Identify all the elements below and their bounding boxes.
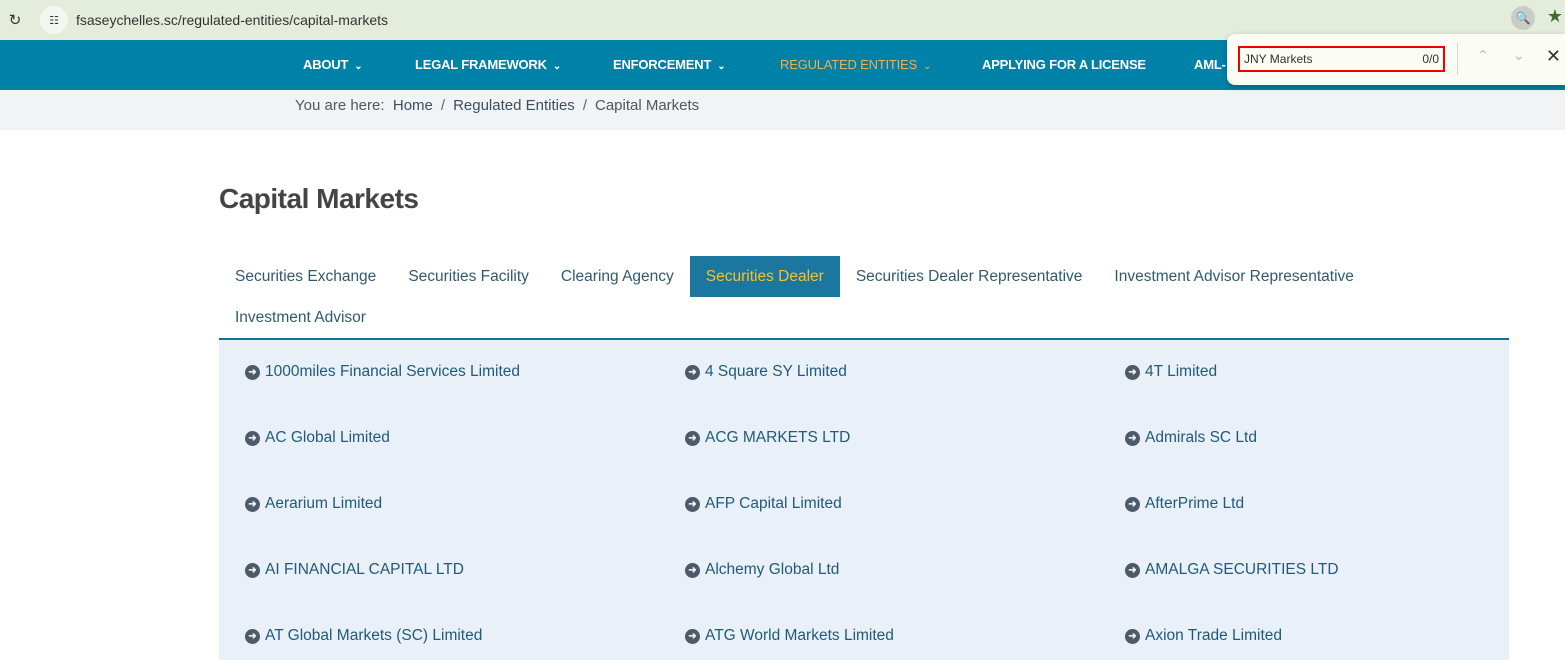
nav-applying-license[interactable]: APPLYING FOR A LICENSE xyxy=(982,40,1146,90)
entity-name[interactable]: Axion Trade Limited xyxy=(1145,627,1282,645)
lens-search-icon[interactable]: 🔍 xyxy=(1511,6,1535,30)
tab-securities-dealer-representative[interactable]: Securities Dealer Representative xyxy=(840,256,1099,297)
entity-link[interactable]: ➜ ATG World Markets Limited xyxy=(685,624,1125,648)
entity-name[interactable]: 4 Square SY Limited xyxy=(705,363,847,381)
nav-label: LEGAL FRAMEWORK xyxy=(415,57,547,72)
entity-name[interactable]: AI FINANCIAL CAPITAL LTD xyxy=(265,561,464,579)
entity-name[interactable]: AC Global Limited xyxy=(265,429,390,447)
nav-label: ABOUT xyxy=(303,57,349,72)
nav-about[interactable]: ABOUT ⌄ xyxy=(303,40,363,90)
find-next-icon[interactable]: ⌄ xyxy=(1513,48,1525,64)
url-text[interactable]: fsaseychelles.sc/regulated-entities/capi… xyxy=(76,12,388,28)
nav-label: REGULATED ENTITIES xyxy=(780,57,918,72)
divider xyxy=(1457,43,1458,75)
entity-name[interactable]: Admirals SC Ltd xyxy=(1145,429,1257,447)
tab-investment-advisor-representative[interactable]: Investment Advisor Representative xyxy=(1098,256,1370,297)
entity-link[interactable]: ➜ 4 Square SY Limited xyxy=(685,360,1125,384)
breadcrumb-separator: / xyxy=(582,97,587,114)
chevron-down-icon: ⌄ xyxy=(923,61,932,72)
close-icon[interactable]: ✕ xyxy=(1546,46,1561,67)
breadcrumb-separator: / xyxy=(440,97,446,114)
entity-name[interactable]: Aerarium Limited xyxy=(265,495,382,513)
arrow-circle-right-icon: ➜ xyxy=(685,562,700,578)
entity-link[interactable]: ➜ Alchemy Global Ltd xyxy=(685,558,1125,582)
arrow-circle-right-icon: ➜ xyxy=(245,364,260,380)
breadcrumb-prefix: You are here: xyxy=(295,97,385,114)
tab-securities-dealer[interactable]: Securities Dealer xyxy=(689,256,840,297)
arrow-circle-right-icon: ➜ xyxy=(1125,562,1140,578)
entity-link[interactable]: ➜ 1000miles Financial Services Limited xyxy=(245,360,685,384)
bookmark-star-icon[interactable]: ★ xyxy=(1547,6,1563,27)
find-bar: JNY Markets 0/0 ⌃ ⌄ ✕ xyxy=(1227,34,1565,85)
tab-investment-advisor[interactable]: Investment Advisor xyxy=(219,297,382,338)
chevron-down-icon: ⌄ xyxy=(354,61,363,72)
arrow-circle-right-icon: ➜ xyxy=(1125,628,1140,644)
nav-aml[interactable]: AML- xyxy=(1194,40,1226,90)
tab-securities-exchange[interactable]: Securities Exchange xyxy=(219,256,392,297)
entity-link[interactable]: ➜ AI FINANCIAL CAPITAL LTD xyxy=(245,558,685,582)
find-previous-icon[interactable]: ⌃ xyxy=(1477,48,1489,64)
arrow-circle-right-icon: ➜ xyxy=(1125,364,1140,380)
entity-link[interactable]: ➜ AFP Capital Limited xyxy=(685,492,1125,516)
entity-name[interactable]: 4T Limited xyxy=(1145,363,1217,381)
breadcrumb-home[interactable]: Home xyxy=(393,97,433,114)
entity-name[interactable]: ATG World Markets Limited xyxy=(705,627,894,645)
nav-enforcement[interactable]: ENFORCEMENT ⌄ xyxy=(613,40,726,90)
tab-securities-facility[interactable]: Securities Facility xyxy=(392,256,545,297)
arrow-circle-right-icon: ➜ xyxy=(685,628,700,644)
nav-regulated-entities[interactable]: REGULATED ENTITIES ⌄ xyxy=(780,40,931,90)
breadcrumb-regulated-entities[interactable]: Regulated Entities xyxy=(453,97,575,114)
arrow-circle-right-icon: ➜ xyxy=(685,364,700,380)
entity-link[interactable]: ➜ AC Global Limited xyxy=(245,426,685,450)
entity-list: ➜ 1000miles Financial Services Limited ➜ 4 … xyxy=(219,340,1509,660)
find-count: 0/0 xyxy=(1422,52,1439,66)
chevron-down-icon: ⌄ xyxy=(552,61,561,72)
address-bar[interactable]: ☷ fsaseychelles.sc/regulated-entities/ca… xyxy=(36,4,1516,36)
nav-label: APPLYING FOR A LICENSE xyxy=(982,57,1146,72)
arrow-circle-right-icon: ➜ xyxy=(245,628,260,644)
arrow-circle-right-icon: ➜ xyxy=(685,430,700,446)
entity-link[interactable]: ➜ ACG MARKETS LTD xyxy=(685,426,1125,450)
entity-name[interactable]: AMALGA SECURITIES LTD xyxy=(1145,561,1339,579)
arrow-circle-right-icon: ➜ xyxy=(245,562,260,578)
arrow-circle-right-icon: ➜ xyxy=(1125,496,1140,512)
entity-name[interactable]: Alchemy Global Ltd xyxy=(705,561,839,579)
arrow-circle-right-icon: ➜ xyxy=(1125,430,1140,446)
entity-link[interactable]: ➜ AMALGA SECURITIES LTD xyxy=(1125,558,1535,582)
nav-label: ENFORCEMENT xyxy=(613,57,712,72)
entity-name[interactable]: 1000miles Financial Services Limited xyxy=(265,363,520,381)
entity-link[interactable]: ➜ Admirals SC Ltd xyxy=(1125,426,1535,450)
entity-link[interactable]: ➜ Aerarium Limited xyxy=(245,492,685,516)
tab-clearing-agency[interactable]: Clearing Agency xyxy=(545,256,690,297)
entity-name[interactable]: AfterPrime Ltd xyxy=(1145,495,1244,513)
find-query[interactable]: JNY Markets xyxy=(1244,52,1312,66)
category-tabs: Securities Exchange Securities Facility Cl… xyxy=(219,256,1509,340)
site-info-icon[interactable]: ☷ xyxy=(40,6,68,34)
nav-label: AML- xyxy=(1194,57,1226,72)
page-title: Capital Markets xyxy=(219,183,419,214)
breadcrumb: You are here: Home / Regulated Entities / Ca… xyxy=(0,90,1565,130)
arrow-circle-right-icon: ➜ xyxy=(685,496,700,512)
entity-link[interactable]: ➜ AfterPrime Ltd xyxy=(1125,492,1535,516)
entity-link[interactable]: ➜ 4T Limited xyxy=(1125,360,1535,384)
entity-name[interactable]: ACG MARKETS LTD xyxy=(705,429,850,447)
find-input[interactable]: JNY Markets 0/0 xyxy=(1238,46,1445,72)
entity-name[interactable]: AFP Capital Limited xyxy=(705,495,842,513)
chevron-down-icon: ⌄ xyxy=(717,61,726,72)
reload-icon[interactable]: ↻ xyxy=(4,11,26,29)
arrow-circle-right-icon: ➜ xyxy=(245,430,260,446)
breadcrumb-current: Capital Markets xyxy=(594,97,700,114)
entity-link[interactable]: ➜ Axion Trade Limited xyxy=(1125,624,1535,648)
entity-name[interactable]: AT Global Markets (SC) Limited xyxy=(265,627,482,645)
nav-legal-framework[interactable]: LEGAL FRAMEWORK ⌄ xyxy=(415,40,561,90)
entity-link[interactable]: ➜ AT Global Markets (SC) Limited xyxy=(245,624,685,648)
arrow-circle-right-icon: ➜ xyxy=(245,496,260,512)
